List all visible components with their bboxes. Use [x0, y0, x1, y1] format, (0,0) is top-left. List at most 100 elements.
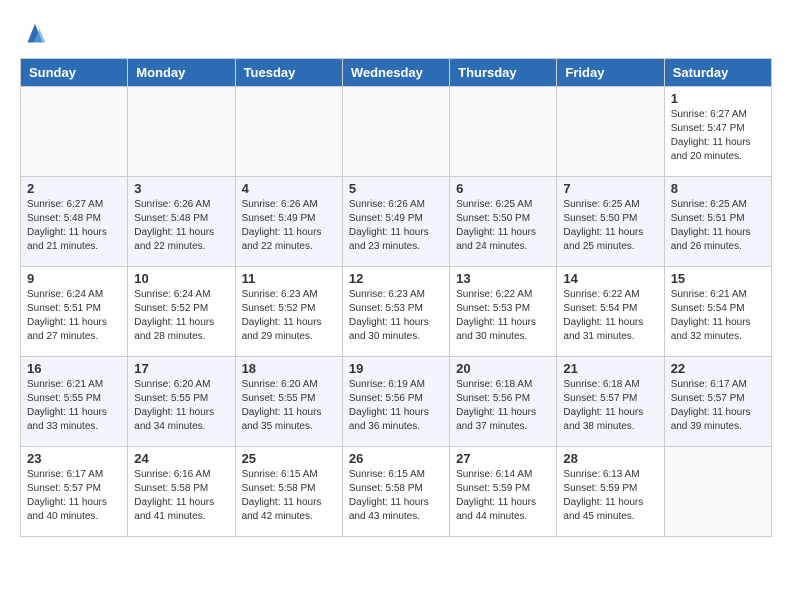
day-number: 10: [134, 271, 228, 286]
calendar-cell: 24 Sunrise: 6:16 AM Sunset: 5:58 PM Dayli…: [128, 447, 235, 537]
day-info: Sunrise: 6:22 AM Sunset: 5:54 PM Dayligh…: [563, 288, 657, 344]
day-number: 27: [456, 451, 550, 466]
day-number: 28: [563, 451, 657, 466]
day-number: 13: [456, 271, 550, 286]
day-info: Sunrise: 6:17 AM Sunset: 5:57 PM Dayligh…: [27, 468, 121, 524]
day-info: Sunrise: 6:22 AM Sunset: 5:53 PM Dayligh…: [456, 288, 550, 344]
calendar-cell: 7 Sunrise: 6:25 AM Sunset: 5:50 PM Daylig…: [557, 177, 664, 267]
header-sunday: Sunday: [21, 59, 128, 87]
day-number: 15: [671, 271, 765, 286]
calendar-cell: 26 Sunrise: 6:15 AM Sunset: 5:58 PM Dayli…: [342, 447, 449, 537]
calendar-cell: 16 Sunrise: 6:21 AM Sunset: 5:55 PM Dayli…: [21, 357, 128, 447]
calendar-cell: 23 Sunrise: 6:17 AM Sunset: 5:57 PM Dayli…: [21, 447, 128, 537]
day-info: Sunrise: 6:25 AM Sunset: 5:50 PM Dayligh…: [456, 198, 550, 254]
day-number: 4: [242, 181, 336, 196]
day-info: Sunrise: 6:14 AM Sunset: 5:59 PM Dayligh…: [456, 468, 550, 524]
calendar-cell: 2 Sunrise: 6:27 AM Sunset: 5:48 PM Daylig…: [21, 177, 128, 267]
day-number: 24: [134, 451, 228, 466]
calendar-cell: 14 Sunrise: 6:22 AM Sunset: 5:54 PM Dayli…: [557, 267, 664, 357]
week-row-2: 2 Sunrise: 6:27 AM Sunset: 5:48 PM Daylig…: [21, 177, 772, 267]
day-info: Sunrise: 6:25 AM Sunset: 5:50 PM Dayligh…: [563, 198, 657, 254]
header-thursday: Thursday: [450, 59, 557, 87]
day-number: 11: [242, 271, 336, 286]
day-number: 3: [134, 181, 228, 196]
week-row-4: 16 Sunrise: 6:21 AM Sunset: 5:55 PM Dayli…: [21, 357, 772, 447]
day-info: Sunrise: 6:20 AM Sunset: 5:55 PM Dayligh…: [134, 378, 228, 434]
calendar-cell: 28Sunrise: 6:13 AM Sunset: 5:59 PM Dayli…: [557, 447, 664, 537]
header-monday: Monday: [128, 59, 235, 87]
day-number: 14: [563, 271, 657, 286]
day-info: Sunrise: 6:26 AM Sunset: 5:48 PM Dayligh…: [134, 198, 228, 254]
calendar-cell: 18 Sunrise: 6:20 AM Sunset: 5:55 PM Dayli…: [235, 357, 342, 447]
day-info: Sunrise: 6:26 AM Sunset: 5:49 PM Dayligh…: [349, 198, 443, 254]
calendar-cell: 8 Sunrise: 6:25 AM Sunset: 5:51 PM Daylig…: [664, 177, 771, 267]
day-number: 16: [27, 361, 121, 376]
day-number: 26: [349, 451, 443, 466]
day-number: 1: [671, 91, 765, 106]
day-info: Sunrise: 6:17 AM Sunset: 5:57 PM Dayligh…: [671, 378, 765, 434]
calendar-cell: 19 Sunrise: 6:19 AM Sunset: 5:56 PM Dayli…: [342, 357, 449, 447]
header-tuesday: Tuesday: [235, 59, 342, 87]
calendar-cell: 27 Sunrise: 6:14 AM Sunset: 5:59 PM Dayli…: [450, 447, 557, 537]
logo-icon: [20, 20, 50, 50]
calendar-cell: 20 Sunrise: 6:18 AM Sunset: 5:56 PM Dayli…: [450, 357, 557, 447]
calendar-cell: 15 Sunrise: 6:21 AM Sunset: 5:54 PM Dayli…: [664, 267, 771, 357]
calendar-cell: 11Sunrise: 6:23 AM Sunset: 5:52 PM Dayli…: [235, 267, 342, 357]
day-number: 20: [456, 361, 550, 376]
week-row-1: 1 Sunrise: 6:27 AM Sunset: 5:47 PM Daylig…: [21, 87, 772, 177]
day-number: 22: [671, 361, 765, 376]
calendar-cell: [128, 87, 235, 177]
day-info: Sunrise: 6:27 AM Sunset: 5:47 PM Dayligh…: [671, 108, 765, 164]
calendar-cell: 4 Sunrise: 6:26 AM Sunset: 5:49 PM Daylig…: [235, 177, 342, 267]
day-number: 6: [456, 181, 550, 196]
calendar-cell: 9Sunrise: 6:24 AM Sunset: 5:51 PM Daylig…: [21, 267, 128, 357]
week-row-3: 9Sunrise: 6:24 AM Sunset: 5:51 PM Daylig…: [21, 267, 772, 357]
calendar-cell: 5 Sunrise: 6:26 AM Sunset: 5:49 PM Daylig…: [342, 177, 449, 267]
day-number: 17: [134, 361, 228, 376]
day-info: Sunrise: 6:27 AM Sunset: 5:48 PM Dayligh…: [27, 198, 121, 254]
day-number: 25: [242, 451, 336, 466]
day-info: Sunrise: 6:21 AM Sunset: 5:55 PM Dayligh…: [27, 378, 121, 434]
day-info: Sunrise: 6:18 AM Sunset: 5:56 PM Dayligh…: [456, 378, 550, 434]
calendar-cell: [235, 87, 342, 177]
day-info: Sunrise: 6:18 AM Sunset: 5:57 PM Dayligh…: [563, 378, 657, 434]
day-info: Sunrise: 6:26 AM Sunset: 5:49 PM Dayligh…: [242, 198, 336, 254]
header-wednesday: Wednesday: [342, 59, 449, 87]
day-info: Sunrise: 6:25 AM Sunset: 5:51 PM Dayligh…: [671, 198, 765, 254]
day-number: 19: [349, 361, 443, 376]
calendar-cell: 17 Sunrise: 6:20 AM Sunset: 5:55 PM Dayli…: [128, 357, 235, 447]
day-number: 5: [349, 181, 443, 196]
calendar-cell: [450, 87, 557, 177]
header-saturday: Saturday: [664, 59, 771, 87]
calendar-cell: 13 Sunrise: 6:22 AM Sunset: 5:53 PM Dayli…: [450, 267, 557, 357]
page-header: [20, 20, 772, 50]
day-number: 21: [563, 361, 657, 376]
day-info: Sunrise: 6:15 AM Sunset: 5:58 PM Dayligh…: [242, 468, 336, 524]
calendar-cell: 3 Sunrise: 6:26 AM Sunset: 5:48 PM Daylig…: [128, 177, 235, 267]
calendar-cell: 10 Sunrise: 6:24 AM Sunset: 5:52 PM Dayli…: [128, 267, 235, 357]
logo: [20, 20, 54, 50]
header-friday: Friday: [557, 59, 664, 87]
day-info: Sunrise: 6:20 AM Sunset: 5:55 PM Dayligh…: [242, 378, 336, 434]
day-info: Sunrise: 6:24 AM Sunset: 5:52 PM Dayligh…: [134, 288, 228, 344]
day-number: 23: [27, 451, 121, 466]
day-info: Sunrise: 6:21 AM Sunset: 5:54 PM Dayligh…: [671, 288, 765, 344]
day-number: 8: [671, 181, 765, 196]
calendar-table: SundayMondayTuesdayWednesdayThursdayFrid…: [20, 58, 772, 537]
day-number: 7: [563, 181, 657, 196]
day-info: Sunrise: 6:15 AM Sunset: 5:58 PM Dayligh…: [349, 468, 443, 524]
day-number: 9: [27, 271, 121, 286]
day-number: 18: [242, 361, 336, 376]
day-info: Sunrise: 6:23 AM Sunset: 5:53 PM Dayligh…: [349, 288, 443, 344]
day-info: Sunrise: 6:19 AM Sunset: 5:56 PM Dayligh…: [349, 378, 443, 434]
day-number: 12: [349, 271, 443, 286]
day-number: 2: [27, 181, 121, 196]
calendar-cell: [664, 447, 771, 537]
calendar-cell: [557, 87, 664, 177]
calendar-cell: 21 Sunrise: 6:18 AM Sunset: 5:57 PM Dayli…: [557, 357, 664, 447]
calendar-cell: 22 Sunrise: 6:17 AM Sunset: 5:57 PM Dayli…: [664, 357, 771, 447]
calendar-cell: 12 Sunrise: 6:23 AM Sunset: 5:53 PM Dayli…: [342, 267, 449, 357]
calendar-cell: 25 Sunrise: 6:15 AM Sunset: 5:58 PM Dayli…: [235, 447, 342, 537]
calendar-cell: 1 Sunrise: 6:27 AM Sunset: 5:47 PM Daylig…: [664, 87, 771, 177]
day-info: Sunrise: 6:16 AM Sunset: 5:58 PM Dayligh…: [134, 468, 228, 524]
